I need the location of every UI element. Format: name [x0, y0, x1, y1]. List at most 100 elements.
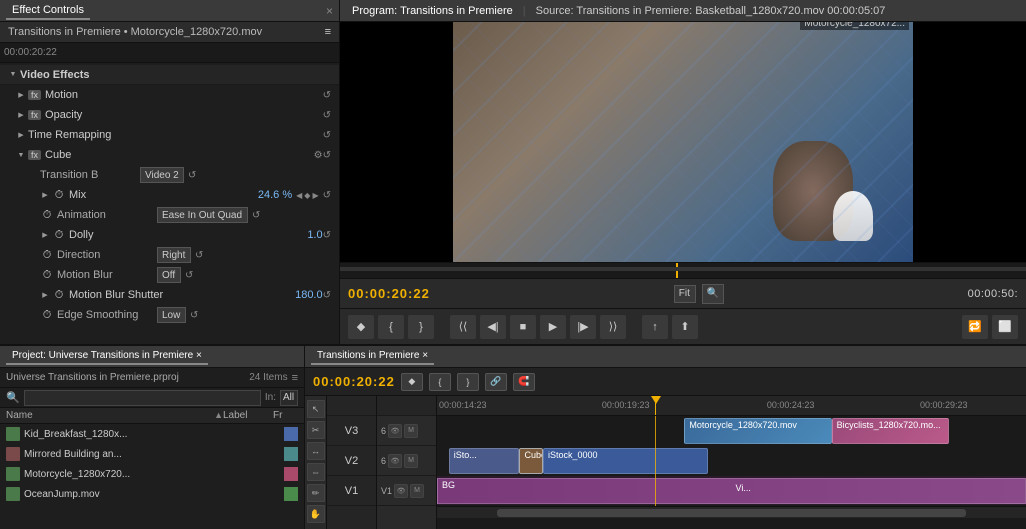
- mix-twirl[interactable]: [40, 190, 50, 200]
- v2-eye-btn[interactable]: 👁: [388, 454, 402, 468]
- cube-clip[interactable]: Cube: [519, 448, 543, 474]
- bg-clip[interactable]: BG Vi...: [437, 478, 1026, 504]
- dolly-twirl[interactable]: [40, 230, 50, 240]
- tool-select[interactable]: ↖: [307, 400, 325, 418]
- direction-dropdown[interactable]: Right: [157, 247, 191, 263]
- opacity-name: Opacity: [45, 109, 323, 121]
- source-tab[interactable]: Source: Transitions in Premiere: Basketb…: [530, 3, 892, 19]
- mbs-reset[interactable]: ↺: [323, 290, 331, 301]
- panel-close-button[interactable]: ×: [326, 4, 333, 18]
- dolly-value[interactable]: 1.0: [307, 229, 322, 241]
- v2-mute-btn[interactable]: M: [404, 454, 418, 468]
- project-menu-icon[interactable]: ≡: [292, 372, 298, 384]
- motion-blur-reset[interactable]: ↺: [185, 270, 193, 281]
- mbs-value[interactable]: 180.0: [295, 289, 323, 301]
- time-ruler[interactable]: 00:00:14:23 00:00:19:23 00:00:24:23 00:0…: [437, 396, 1026, 416]
- transition-b-dropdown[interactable]: Video 2: [140, 167, 184, 183]
- shuttle-left-btn[interactable]: ⟨⟨: [450, 315, 476, 339]
- list-item[interactable]: Kid_Breakfast_1280x...: [0, 424, 304, 444]
- timeline-tab[interactable]: Transitions in Premiere ×: [311, 348, 434, 365]
- list-item[interactable]: Mirrored Building an...: [0, 444, 304, 464]
- video-effects-twirl[interactable]: [8, 70, 18, 80]
- v3-track-ctrl: 6 👁 M: [377, 416, 436, 446]
- in-point-btn[interactable]: {: [378, 315, 404, 339]
- istock-short-clip[interactable]: iSto...: [449, 448, 520, 474]
- motion-reset[interactable]: ↺: [323, 90, 331, 101]
- extract-btn[interactable]: ⬆: [672, 315, 698, 339]
- timeline-link[interactable]: 🔗: [485, 373, 507, 391]
- direction-reset[interactable]: ↺: [195, 250, 203, 261]
- tool-razor[interactable]: ✂: [307, 421, 325, 439]
- timeline-in[interactable]: {: [429, 373, 451, 391]
- mix-value[interactable]: 24.6 %: [258, 189, 292, 201]
- edge-smoothing-row: ⏱ Edge Smoothing Low ↺: [0, 305, 339, 325]
- opacity-reset[interactable]: ↺: [323, 110, 331, 121]
- in-dropdown[interactable]: All: [280, 390, 298, 406]
- mix-keyframe-toggle[interactable]: ◆: [304, 191, 310, 200]
- project-header: Universe Transitions in Premiere.prproj …: [0, 368, 304, 388]
- edge-smoothing-dropdown[interactable]: Low: [157, 307, 186, 323]
- opacity-twirl[interactable]: [16, 110, 26, 120]
- tool-hand[interactable]: ✋: [307, 505, 325, 523]
- search-row: 🔍 In: All: [0, 388, 304, 408]
- timeline-out[interactable]: }: [457, 373, 479, 391]
- dolly-reset[interactable]: ↺: [323, 230, 331, 241]
- track-v3-label: V3: [327, 416, 376, 446]
- timeline-add-marker[interactable]: ◆: [401, 373, 423, 391]
- mix-reset[interactable]: ↺: [323, 190, 331, 201]
- direction-label: Direction: [57, 249, 157, 261]
- timeline-snap[interactable]: 🧲: [513, 373, 535, 391]
- cube-reset[interactable]: ↺: [323, 150, 331, 161]
- out-point-btn[interactable]: }: [408, 315, 434, 339]
- time-remap-twirl[interactable]: [16, 130, 26, 140]
- play-btn[interactable]: ▶: [540, 315, 566, 339]
- mix-next-keyframe[interactable]: ▶: [312, 191, 318, 200]
- istock-clip[interactable]: iStock_0000: [543, 448, 708, 474]
- search-input[interactable]: [24, 390, 261, 406]
- transition-b-reset[interactable]: ↺: [188, 170, 196, 181]
- v1-eye-btn[interactable]: 👁: [394, 484, 408, 498]
- v3-eye-btn[interactable]: 👁: [388, 424, 402, 438]
- tool-pen[interactable]: ✏: [307, 484, 325, 502]
- opacity-fx-badge: fx: [28, 110, 41, 120]
- mix-prev-keyframe[interactable]: ◀: [296, 191, 302, 200]
- loop-btn[interactable]: 🔁: [962, 315, 988, 339]
- edge-smoothing-reset[interactable]: ↺: [190, 310, 198, 321]
- add-marker-btn[interactable]: ◆: [348, 315, 374, 339]
- step-back-btn[interactable]: ◀|: [480, 315, 506, 339]
- motion-blur-dropdown[interactable]: Off: [157, 267, 181, 283]
- tool-zoom[interactable]: ⇔: [307, 463, 325, 481]
- tool-slip[interactable]: ↔: [307, 442, 325, 460]
- effect-controls-tab[interactable]: Effect Controls: [6, 2, 90, 20]
- safe-btn[interactable]: ⬜: [992, 315, 1018, 339]
- mbs-animate-icon: ⏱: [52, 288, 66, 302]
- timeline-scrollbar[interactable]: [437, 506, 1026, 518]
- list-item[interactable]: OceanJump.mov: [0, 484, 304, 504]
- fit-dropdown[interactable]: Fit: [674, 285, 696, 303]
- list-item[interactable]: Motorcycle_1280x720...: [0, 464, 304, 484]
- program-tab[interactable]: Program: Transitions in Premiere: [346, 3, 519, 19]
- scrubber-bar[interactable]: [340, 262, 1026, 278]
- cube-settings-icon[interactable]: ⚙: [314, 150, 323, 161]
- project-columns: Name ▲ Label Fr: [0, 408, 304, 424]
- motorcycle-clip[interactable]: Motorcycle_1280x720.mov: [684, 418, 831, 444]
- step-fwd-btn[interactable]: |▶: [570, 315, 596, 339]
- time-remap-reset[interactable]: ↺: [323, 130, 331, 141]
- project-tab[interactable]: Project: Universe Transitions in Premier…: [6, 348, 208, 365]
- bicyclists-clip[interactable]: Bicyclists_1280x720.mo...: [832, 418, 950, 444]
- v1-mute-btn[interactable]: M: [410, 484, 424, 498]
- lift-btn[interactable]: ↑: [642, 315, 668, 339]
- stop-btn[interactable]: ■: [510, 315, 536, 339]
- shuttle-right-btn[interactable]: ⟩⟩: [600, 315, 626, 339]
- mbs-twirl[interactable]: [40, 290, 50, 300]
- motion-twirl[interactable]: [16, 90, 26, 100]
- v3-mute-btn[interactable]: M: [404, 424, 418, 438]
- program-monitor-panel: Program: Transitions in Premiere | Sourc…: [340, 0, 1026, 344]
- item-icon-video: [6, 487, 20, 501]
- animation-dropdown[interactable]: Ease In Out Quad: [157, 207, 248, 223]
- motion-blur-label: Motion Blur: [57, 269, 157, 281]
- animation-reset[interactable]: ↺: [252, 210, 260, 221]
- magnify-button[interactable]: 🔍: [702, 284, 724, 304]
- cube-twirl[interactable]: [16, 150, 26, 160]
- flyout-icon[interactable]: ≡: [325, 26, 331, 38]
